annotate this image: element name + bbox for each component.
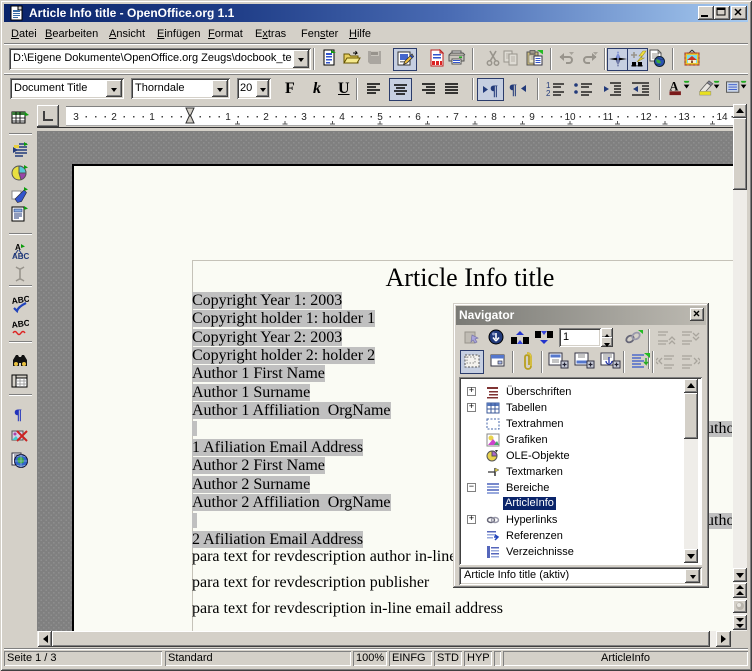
svg-text:2: 2 xyxy=(111,112,117,123)
svg-text:A: A xyxy=(670,79,679,93)
svg-text:ABC: ABC xyxy=(11,295,29,306)
svg-text:13: 13 xyxy=(678,112,690,123)
svg-text:6: 6 xyxy=(415,112,421,123)
svg-text:14: 14 xyxy=(716,112,728,123)
svg-text:¶: ¶ xyxy=(490,83,498,99)
svg-text:ABC: ABC xyxy=(12,252,29,260)
svg-text:¶: ¶ xyxy=(509,82,517,98)
svg-text:8: 8 xyxy=(491,112,497,123)
svg-text:7: 7 xyxy=(453,112,459,123)
svg-text:ABC: ABC xyxy=(11,319,29,330)
svg-text:9: 9 xyxy=(529,112,535,123)
svg-text:3: 3 xyxy=(73,112,79,123)
svg-text:12: 12 xyxy=(640,112,652,123)
svg-text:4: 4 xyxy=(339,112,345,123)
svg-text:11: 11 xyxy=(603,112,614,123)
svg-text:1: 1 xyxy=(149,112,155,123)
svg-text:1: 1 xyxy=(225,112,231,123)
svg-text:2: 2 xyxy=(263,112,269,123)
svg-text:3: 3 xyxy=(301,112,307,123)
svg-text:2: 2 xyxy=(546,89,551,98)
svg-text:¶: ¶ xyxy=(14,407,22,423)
